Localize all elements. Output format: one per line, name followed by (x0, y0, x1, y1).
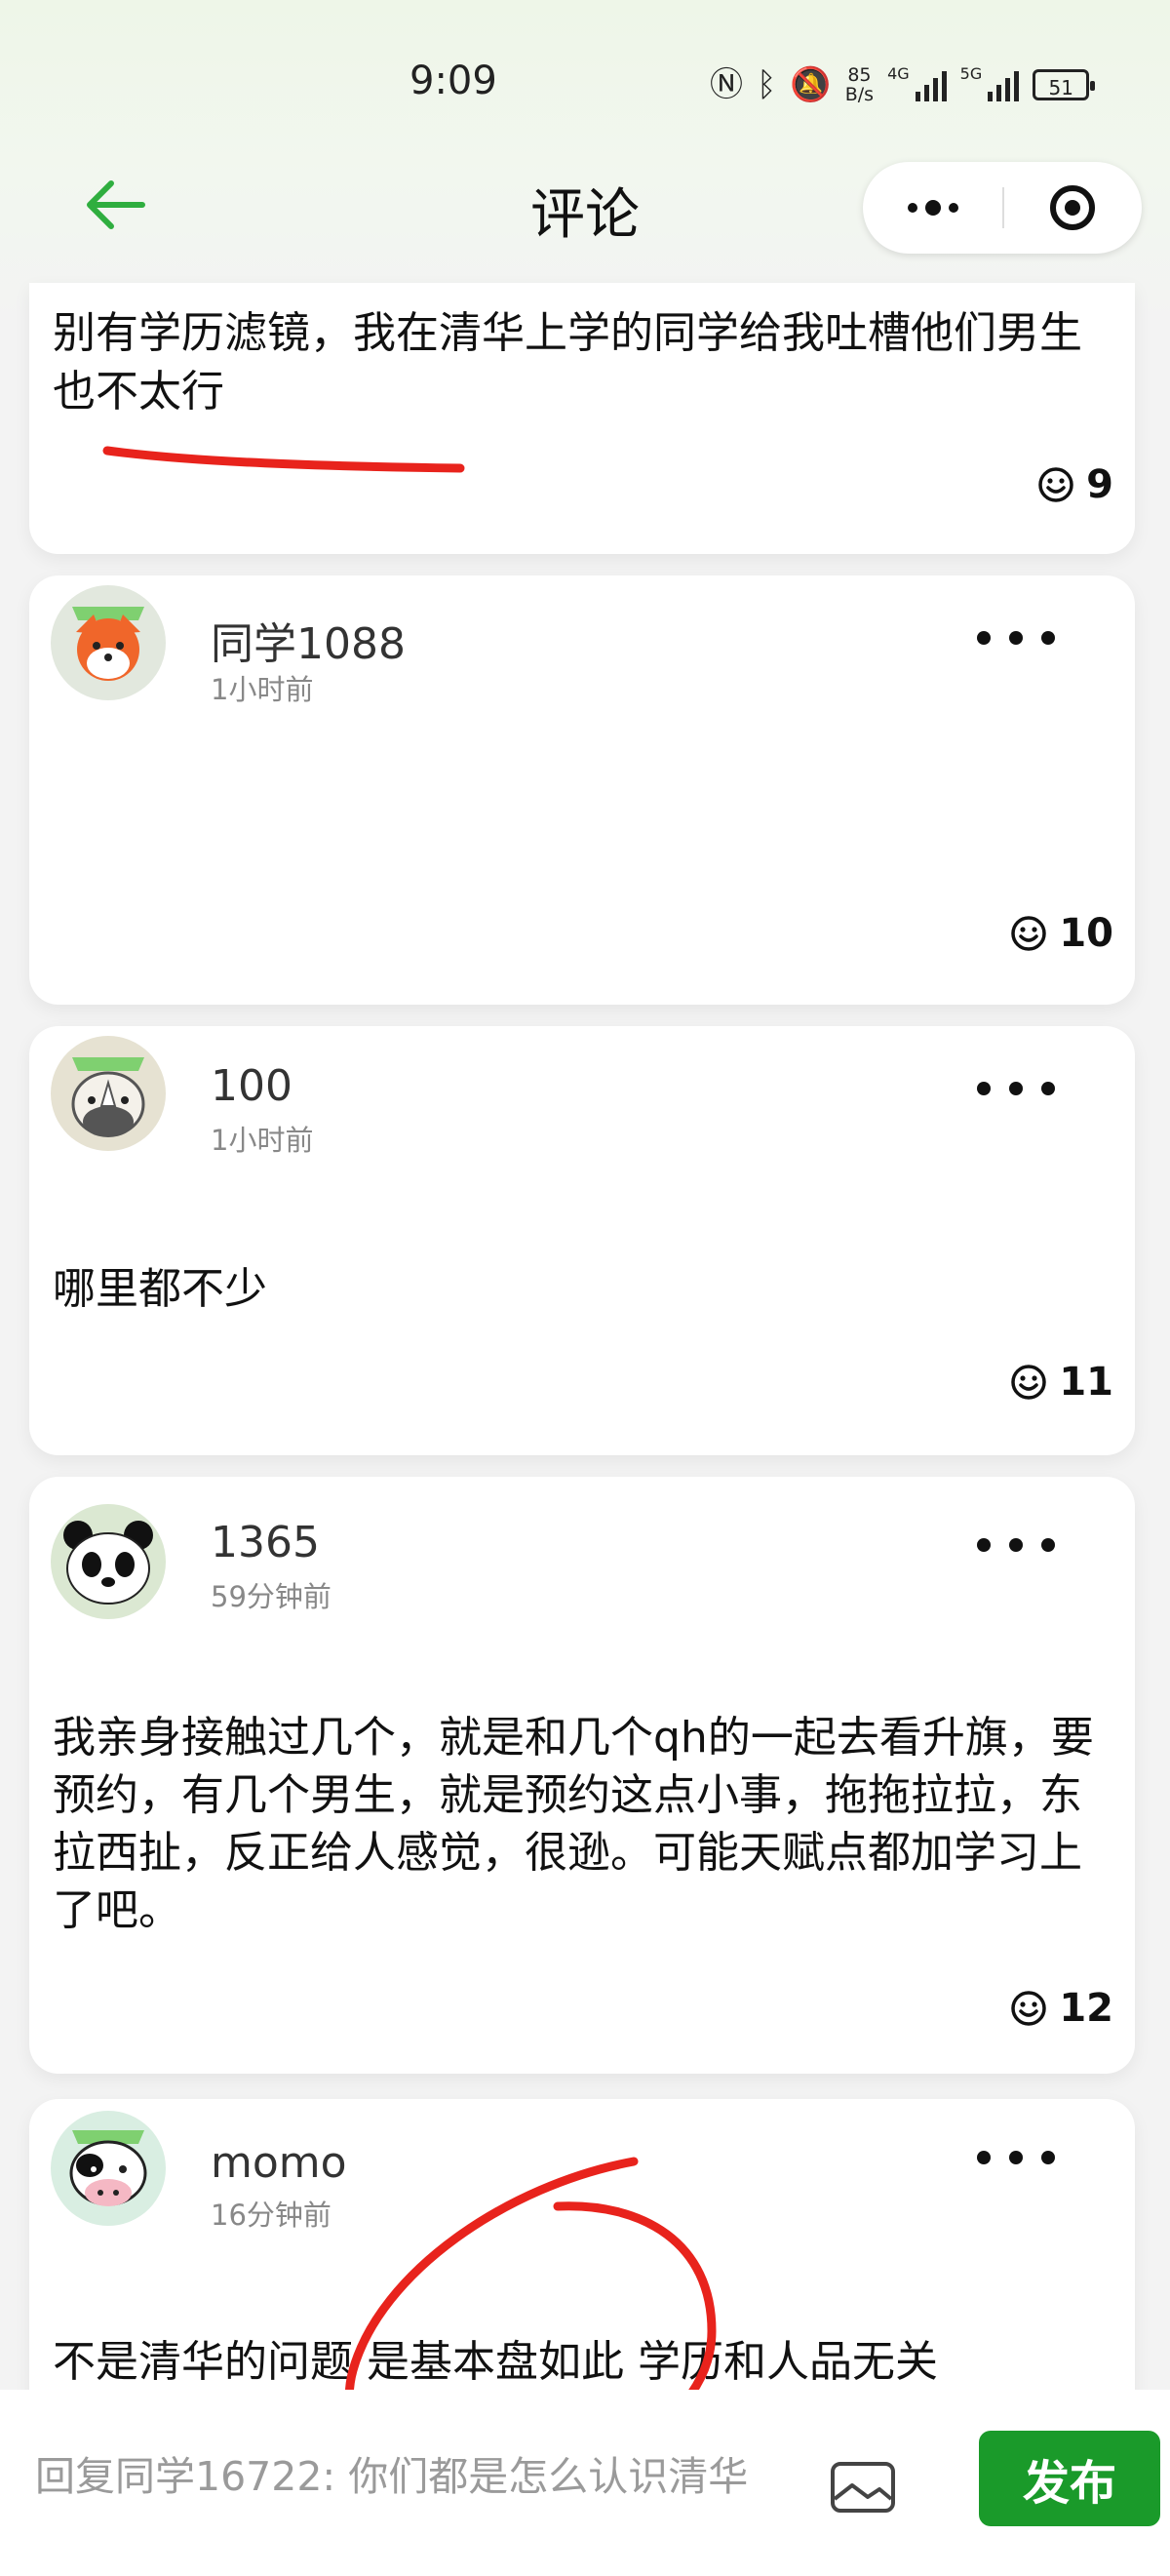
signal-bars-icon (988, 68, 1020, 101)
comment-text: 我亲身接触过几个，就是和几个qh的一起去看升旗，要预约，有几个男生，就是预约这点… (53, 1713, 1094, 1935)
username[interactable]: 同学1088 (211, 609, 406, 671)
like-button[interactable]: 11 (1010, 1358, 1113, 1407)
bluetooth-icon: ᛒ (757, 65, 777, 104)
like-button[interactable]: 10 (1010, 909, 1113, 958)
username[interactable]: 1365 (211, 1518, 320, 1567)
status-icons: Ⓝ ᛒ 🔕 85 B/s 4G 5G 51 (710, 60, 1096, 109)
clock: 9:09 (410, 59, 497, 103)
timestamp: 1小时前 (211, 673, 314, 706)
like-count: 10 (1059, 911, 1113, 956)
like-count: 11 (1059, 1360, 1113, 1405)
timestamp: 1小时前 (211, 1124, 314, 1157)
close-program-button[interactable] (1002, 162, 1142, 254)
smile-icon (1011, 916, 1047, 951)
target-icon (1049, 185, 1095, 230)
username[interactable]: 100 (211, 1061, 292, 1111)
like-count: 12 (1059, 1986, 1113, 2031)
like-button[interactable]: 12 (1010, 1984, 1113, 2033)
comment-card: 1365 59分钟前 我亲身接触过几个，就是和几个qh的一起去看升旗，要预约，有… (29, 1477, 1135, 2074)
more-menu-button[interactable] (863, 162, 1002, 254)
more-options-icon[interactable] (977, 618, 1055, 657)
avatar-panda[interactable] (51, 1504, 166, 1619)
publish-button[interactable]: 发布 (979, 2431, 1160, 2526)
comment-card: 100 1小时前 哪里都不少 11 (29, 1026, 1135, 1455)
timestamp: 16分钟前 (211, 2199, 332, 2232)
avatar-rhino[interactable] (51, 1036, 166, 1151)
like-count: 9 (1086, 462, 1113, 507)
signal-type-label: 4G (887, 64, 910, 83)
avatar-fox[interactable] (51, 585, 166, 700)
more-options-icon[interactable] (977, 1069, 1055, 1108)
reply-bar: 回复同学16722: 你们都是怎么认识清华 发布 (0, 2390, 1170, 2576)
timestamp: 59分钟前 (211, 1580, 332, 1613)
smile-icon (1011, 1991, 1047, 2026)
mute-bell-icon: 🔕 (790, 65, 832, 104)
comment-text: 哪里都不少 (53, 1264, 267, 1314)
comment-card: 同学1088 1小时前 10 (29, 575, 1135, 1005)
battery-icon: 51 (1033, 69, 1096, 100)
like-button[interactable]: 9 (1037, 460, 1113, 509)
avatar-cow[interactable] (51, 2111, 166, 2226)
comment-text: 别有学历滤镜，我在清华上学的同学给我吐槽他们男生也不太行 (53, 308, 1082, 416)
image-icon[interactable] (829, 2460, 897, 2518)
more-options-icon[interactable] (977, 2138, 1055, 2177)
comment-card: momo 16分钟前 不是清华的问题 是基本盘如此 学历和人品无关 (29, 2099, 1135, 2421)
comment-text: 不是清华的问题 是基本盘如此 学历和人品无关 (53, 2337, 938, 2387)
nfc-icon: Ⓝ (710, 65, 743, 104)
signal-bars-icon (915, 68, 947, 101)
status-bar: 9:09 Ⓝ ᛒ 🔕 85 B/s 4G 5G 51 (0, 0, 1170, 146)
network-speed: 85 B/s (844, 64, 875, 105)
mini-program-capsule (863, 162, 1142, 254)
comment-card: 别有学历滤镜，我在清华上学的同学给我吐槽他们男生也不太行 9 (29, 283, 1135, 554)
smile-icon (1011, 1365, 1047, 1400)
nav-bar: 评论 (0, 146, 1170, 268)
username[interactable]: momo (211, 2138, 347, 2188)
more-options-icon[interactable] (977, 1526, 1055, 1565)
reply-input[interactable]: 回复同学16722: 你们都是怎么认识清华 (35, 2419, 893, 2526)
reply-placeholder: 回复同学16722: 你们都是怎么认识清华 (35, 2453, 749, 2500)
signal-type-label: 5G (959, 64, 983, 83)
smile-icon (1038, 467, 1073, 502)
